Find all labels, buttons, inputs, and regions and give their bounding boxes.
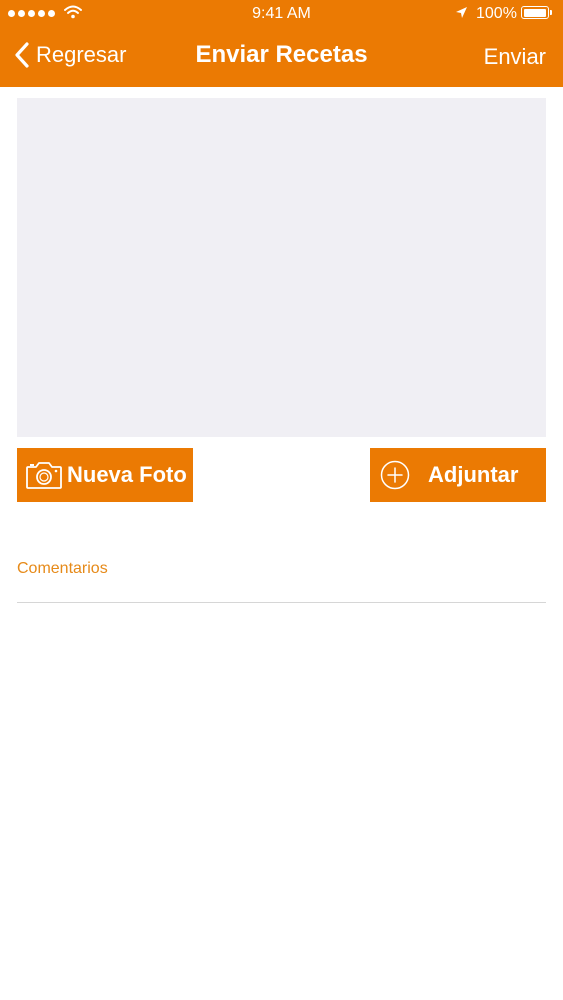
comments-field-container: [17, 548, 546, 603]
battery-icon: [521, 6, 552, 19]
back-label: Regresar: [36, 42, 127, 67]
header: 9:41 AM 100% Regresar Enviar Recetas Env…: [0, 0, 563, 87]
battery-percent: 100%: [476, 5, 517, 22]
chevron-left-icon: [15, 42, 29, 68]
comments-input[interactable]: [17, 548, 546, 598]
status-bar: 9:41 AM 100%: [0, 0, 563, 30]
new-photo-label: Nueva Foto: [67, 462, 187, 487]
attach-label: Adjuntar: [428, 462, 519, 487]
back-button[interactable]: Regresar: [14, 42, 126, 68]
navigation-bar: Regresar Enviar Recetas Enviar: [0, 30, 563, 87]
battery-fill: [523, 8, 546, 17]
send-button[interactable]: Enviar: [484, 44, 546, 70]
plus-circle-icon: [380, 460, 410, 490]
camera-icon: [26, 462, 62, 489]
location-arrow-icon: [456, 7, 467, 18]
photo-preview-area: [17, 98, 546, 437]
attach-button[interactable]: Adjuntar: [370, 448, 546, 502]
new-photo-button[interactable]: Nueva Foto: [17, 448, 193, 502]
